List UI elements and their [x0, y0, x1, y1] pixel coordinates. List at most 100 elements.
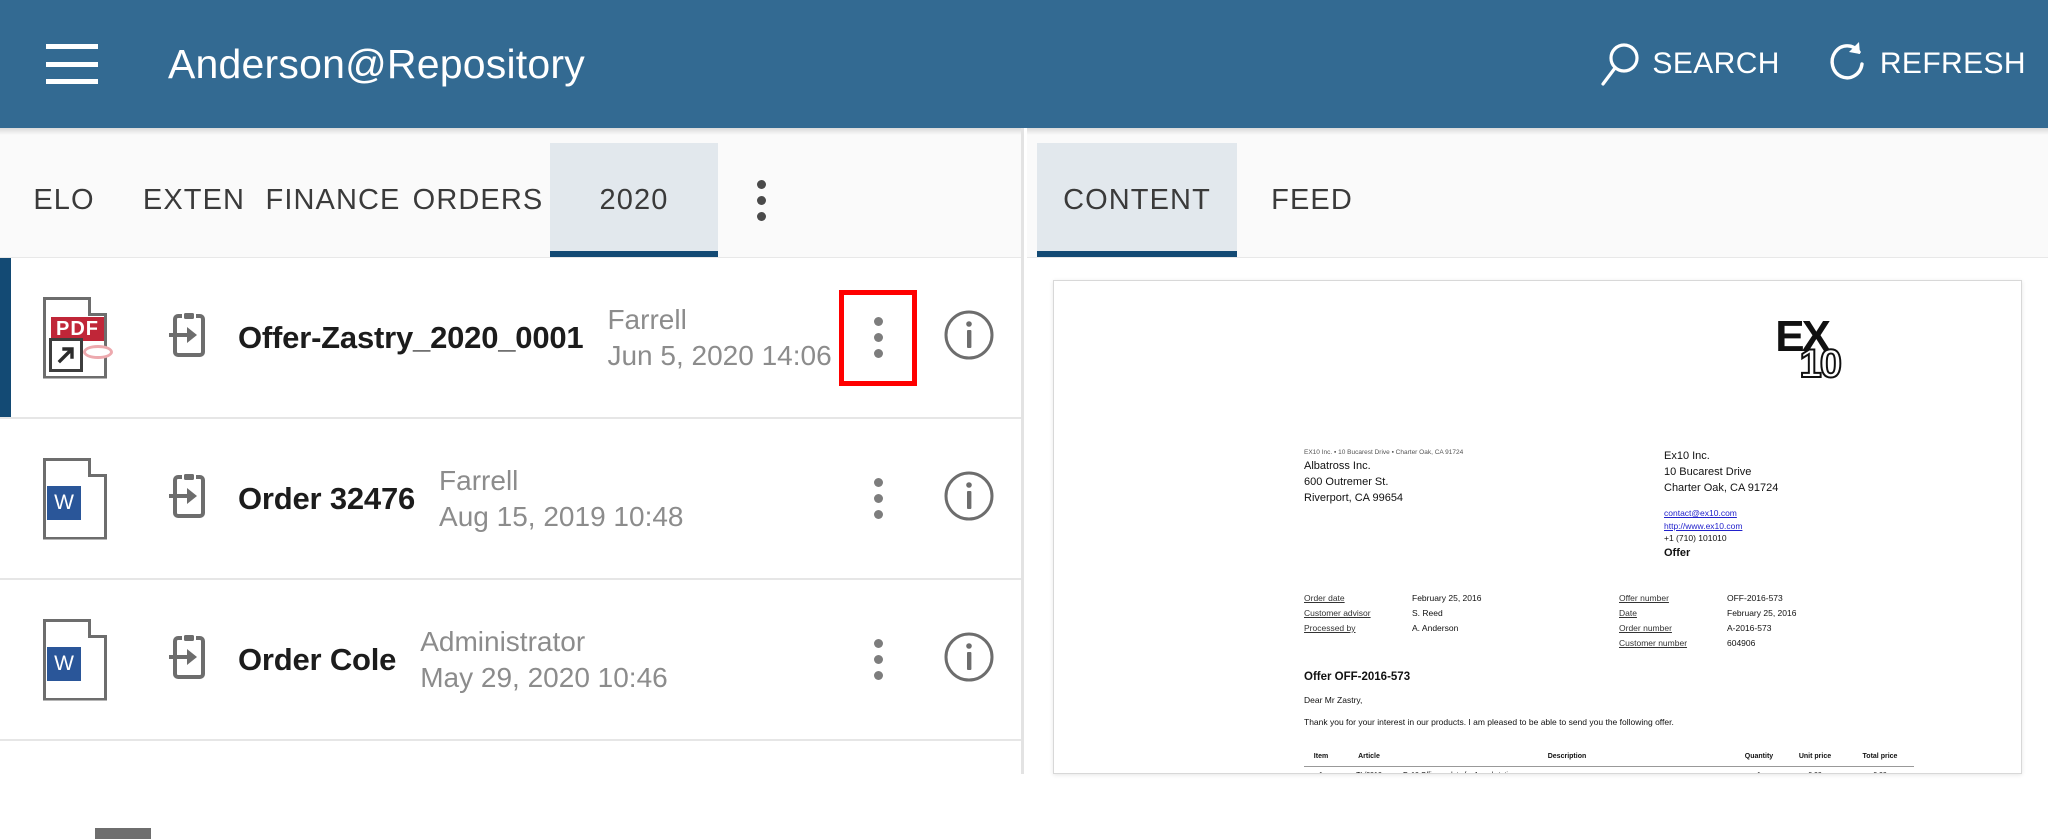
- company-address-block: Ex10 Inc. 10 Bucarest Drive Charter Oak,…: [1664, 449, 1778, 545]
- more-vertical-icon: [873, 317, 883, 358]
- table-row[interactable]: PDF Offer-Zastry_2020_0001 Farrell Jun 5…: [0, 258, 1021, 419]
- col-description: Description: [1400, 747, 1734, 767]
- recipient-address-block: EX10 Inc. ▪ 10 Bucarest Drive ▪ Charter …: [1304, 449, 1463, 507]
- meta-row: Customer number 604906: [1619, 636, 1914, 651]
- document-import-icon: [169, 629, 219, 690]
- meta-value: S. Reed: [1412, 607, 1443, 618]
- cell-item: 1: [1304, 766, 1338, 773]
- company-line: Ex10 Inc.: [1664, 450, 1710, 462]
- tab-exten[interactable]: EXTEN: [128, 143, 260, 257]
- row-menu-button[interactable]: [839, 612, 917, 708]
- word-file-icon: W: [43, 457, 107, 540]
- meta-key: Order date: [1304, 593, 1345, 603]
- meta-row: Offer number OFF-2016-573: [1619, 591, 1914, 606]
- tab-feed[interactable]: FEED: [1237, 143, 1387, 257]
- cell-total-price: 0.00: [1846, 766, 1914, 773]
- table-header-row: Item Article Description Quantity Unit p…: [1304, 747, 1914, 767]
- info-circle-icon: [943, 470, 995, 527]
- meta-row: Date February 25, 2016: [1619, 606, 1914, 621]
- ex10-logo-icon: EX 10: [1775, 315, 1843, 386]
- external-link-arrow-icon: [49, 337, 83, 372]
- line-items-table: Item Article Description Quantity Unit p…: [1304, 747, 1914, 773]
- sender-return-line: EX10 Inc. ▪ 10 Bucarest Drive ▪ Charter …: [1304, 449, 1464, 456]
- document-author: Farrell: [439, 464, 519, 496]
- import-cell: [150, 468, 238, 529]
- hamburger-menu-icon[interactable]: [46, 44, 98, 84]
- page-title: Anderson@Repository: [168, 40, 585, 87]
- word-badge-label: W: [47, 646, 81, 681]
- document-name: Order Cole: [238, 641, 397, 677]
- meta-key: Offer number: [1619, 593, 1669, 603]
- intro-paragraph: Thank you for your interest in our produ…: [1304, 717, 1674, 727]
- app-header: Anderson@Repository SEARCH REFRESH: [0, 0, 2048, 128]
- row-menu-button[interactable]: [839, 451, 917, 547]
- row-main: Order Cole Administrator May 29, 2020 10…: [238, 626, 839, 694]
- tabs-overflow-button[interactable]: [718, 143, 804, 257]
- recipient-line: Riverport, CA 99654: [1304, 491, 1404, 504]
- row-actions: [839, 612, 1021, 708]
- info-circle-icon: [943, 309, 995, 366]
- search-button[interactable]: SEARCH: [1598, 38, 1779, 90]
- document-list-pane: ELO EXTEN FINANCE ORDERS 2020 PDF Offer-…: [0, 128, 1024, 839]
- tab-elo[interactable]: ELO: [0, 143, 128, 257]
- pdf-file-icon: PDF: [43, 296, 113, 379]
- meta-value: 604906: [1727, 637, 1756, 648]
- tab-finance[interactable]: FINANCE: [260, 143, 406, 257]
- document-import-icon: [169, 468, 219, 529]
- meta-value: A-2016-573: [1727, 622, 1772, 633]
- meta-key: Date: [1619, 607, 1637, 618]
- meta-key: Processed by: [1304, 622, 1356, 633]
- recipient-line: 600 Outremer St.: [1304, 475, 1389, 488]
- offer-heading: Offer: [1664, 547, 1691, 559]
- right-tabstrip: CONTENT FEED: [1027, 128, 2048, 258]
- salutation: Dear Mr Zastry,: [1304, 695, 1363, 705]
- meta-value: February 25, 2016: [1727, 607, 1797, 618]
- document-author: Farrell: [607, 303, 687, 335]
- document-preview-page[interactable]: EX 10 EX10 Inc. ▪ 10 Bucarest Drive ▪ Ch…: [1053, 280, 2022, 774]
- file-type-cell: W: [0, 457, 150, 540]
- row-actions: [839, 451, 1021, 547]
- meta-left-column: Order date February 25, 2016 Customer ad…: [1304, 591, 1609, 651]
- table-row[interactable]: W Order 32476 Farrell Aug 15, 2019 10:48: [0, 419, 1021, 580]
- recipient-line: Albatross Inc.: [1304, 460, 1371, 472]
- document-meta: Administrator May 29, 2020 10:46: [420, 626, 668, 694]
- import-cell: [150, 629, 238, 690]
- table-row[interactable]: W Order Cole Administrator May 29, 2020 …: [0, 580, 1021, 741]
- meta-row: Order number A-2016-573: [1619, 621, 1914, 636]
- contact-email[interactable]: contact@ex10.com: [1664, 507, 1778, 520]
- word-file-icon: W: [43, 618, 107, 701]
- main-body: ELO EXTEN FINANCE ORDERS 2020 PDF Offer-…: [0, 128, 2048, 839]
- tab-orders[interactable]: ORDERS: [406, 143, 550, 257]
- col-unit-price: Unit price: [1784, 747, 1846, 767]
- meta-value: A. Anderson: [1412, 622, 1459, 633]
- row-info-button[interactable]: [917, 290, 1021, 386]
- meta-row: Order date February 25, 2016: [1304, 591, 1609, 606]
- word-badge-label: W: [47, 485, 81, 520]
- refresh-label: REFRESH: [1879, 47, 2026, 80]
- tab-content[interactable]: CONTENT: [1037, 143, 1237, 257]
- meta-right-column: Offer number OFF-2016-573 Date February …: [1609, 591, 1914, 651]
- search-label: SEARCH: [1652, 47, 1780, 80]
- meta-row: Processed by A. Anderson: [1304, 621, 1609, 636]
- contact-website[interactable]: http://www.ex10.com: [1664, 520, 1778, 533]
- hamburger-line: [46, 44, 98, 49]
- left-tabstrip: ELO EXTEN FINANCE ORDERS 2020: [0, 128, 1021, 258]
- row-info-button[interactable]: [917, 451, 1021, 547]
- meta-row: Customer advisor S. Reed: [1304, 606, 1609, 621]
- document-meta: Farrell Aug 15, 2019 10:48: [439, 465, 683, 533]
- tab-2020[interactable]: 2020: [550, 143, 718, 257]
- contact-phone: +1 (710) 101010: [1664, 533, 1727, 544]
- meta-key: Order number: [1619, 622, 1672, 633]
- row-info-button[interactable]: [917, 612, 1021, 708]
- col-total-price: Total price: [1846, 747, 1914, 767]
- document-list[interactable]: PDF Offer-Zastry_2020_0001 Farrell Jun 5…: [0, 258, 1021, 774]
- cell-unit-price: 0.00: [1784, 766, 1846, 773]
- refresh-button[interactable]: REFRESH: [1828, 38, 2026, 90]
- preview-pane: CONTENT FEED EX 10 EX10 Inc. ▪ 10 Bucare…: [1027, 128, 2048, 774]
- document-date: May 29, 2020 10:46: [420, 661, 668, 693]
- document-import-icon: [169, 307, 219, 368]
- meta-key: Customer advisor: [1304, 607, 1371, 618]
- cell-description: Ex10 Office update for 1 workstation Bui…: [1400, 766, 1734, 773]
- scroll-indicator[interactable]: [95, 828, 151, 839]
- row-menu-button[interactable]: [839, 289, 917, 386]
